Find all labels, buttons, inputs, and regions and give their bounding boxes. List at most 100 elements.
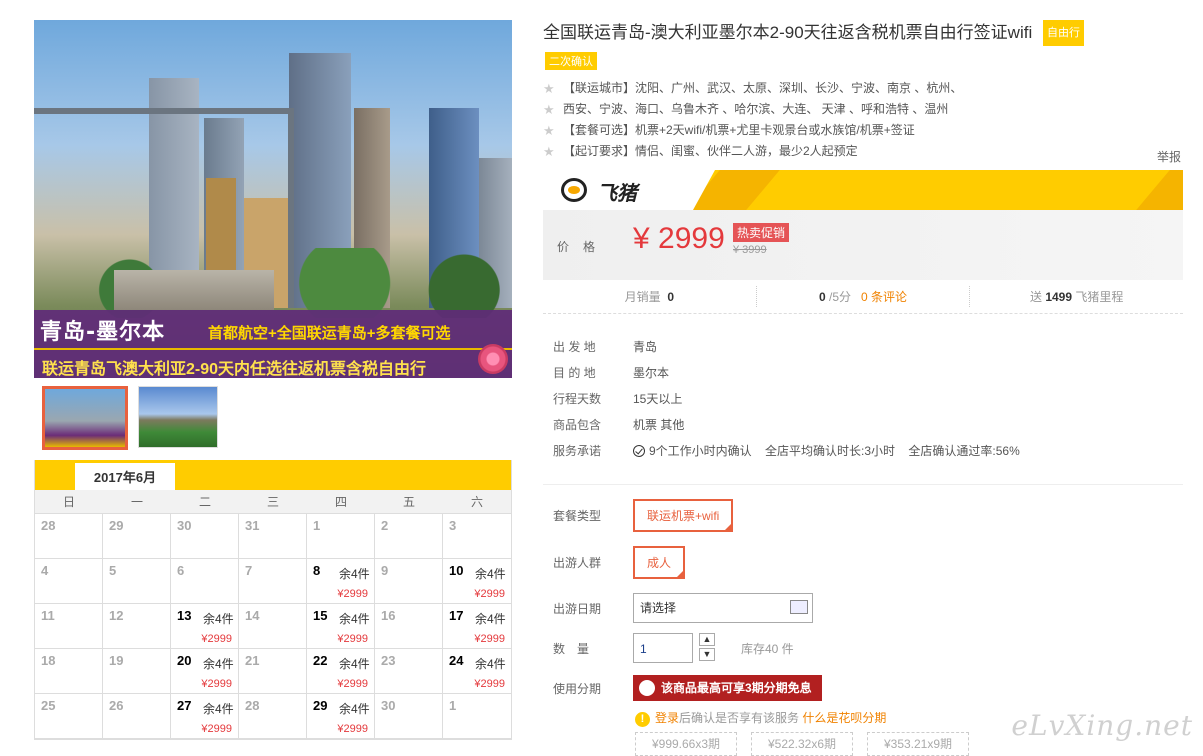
increase-button[interactable]: ▲ [699, 633, 715, 646]
watermark: eLvXing.net [1011, 709, 1193, 742]
calendar-day-cell: 29 [103, 514, 171, 559]
report-link[interactable]: 举报 [1157, 148, 1181, 165]
info-label: 行程天数 [553, 392, 602, 406]
calendar-day-cell: 3 [443, 514, 511, 559]
calendar-day-number: 5 [109, 563, 117, 578]
product-title: 全国联运青岛-澳大利亚墨尔本2-90天往返含税机票自由行签证wifi 自由行 [543, 20, 1183, 46]
package-label: 套餐类型 [553, 509, 602, 523]
calendar-day-cell: 28 [35, 514, 103, 559]
calendar-day-cell: 30 [375, 694, 443, 739]
calendar-day-cell: 25 [35, 694, 103, 739]
login-link[interactable]: 登录 [655, 711, 679, 725]
info-value: 墨尔本 [633, 366, 670, 380]
calendar-day-stock: 余4件 [339, 702, 370, 716]
calendar-day-cell[interactable]: 20 余4件 ¥2999 [171, 649, 239, 694]
info-row: 目 的 地 墨尔本 [543, 360, 1183, 386]
thumbnail-2[interactable] [138, 386, 218, 448]
calendar-day-number: 23 [381, 653, 396, 668]
walkway [114, 270, 274, 310]
original-price: ¥ 3999 [733, 244, 767, 256]
quantity-label: 数 量 [553, 641, 590, 656]
date-row: 出游日期 请选择 [543, 593, 1183, 623]
people-option-selected[interactable]: 成人 [633, 546, 686, 579]
calendar-day-cell[interactable]: 17 余4件 ¥2999 [443, 604, 511, 649]
calendar-day-number: 3 [449, 518, 457, 533]
calendar-header: 2017年6月 [35, 460, 511, 490]
plan-6[interactable]: ¥522.32x6期 [751, 732, 853, 756]
huabei-info-link[interactable]: 什么是花呗分期 [802, 711, 886, 725]
price-label: 价格 [557, 240, 610, 254]
calendar-day-cell[interactable]: 8 余4件 ¥2999 [307, 559, 375, 604]
plan-9[interactable]: ¥353.21x9期 [867, 732, 969, 756]
tag-reconfirm: 二次确认 [545, 52, 597, 70]
date-placeholder: 请选择 [640, 601, 677, 615]
thumbnail-1[interactable] [42, 386, 128, 450]
calendar-day-cell[interactable]: 22 余4件 ¥2999 [307, 649, 375, 694]
rating-value: 0 [818, 290, 826, 304]
calendar-day-cell[interactable]: 27 余4件 ¥2999 [171, 694, 239, 739]
image-banner: 青岛-墨尔本 首都航空+全国联运青岛+多套餐可选 联运青岛飞澳大利亚2-90天内… [34, 310, 512, 378]
weekday-label: 二 [198, 495, 211, 509]
installment-button-label: 该商品最高可享3期分期免息 [661, 681, 812, 695]
calendar-day-cell: 28 [239, 694, 307, 739]
calendar-day-stock: 余4件 [339, 612, 370, 626]
banner-title: 青岛-墨尔本 [40, 320, 166, 345]
weekday-label: 六 [470, 495, 483, 509]
calendar-day-cell[interactable]: 15 余4件 ¥2999 [307, 604, 375, 649]
product-title-text: 全国联运青岛-澳大利亚墨尔本2-90天往返含税机票自由行签证wifi [543, 23, 1033, 42]
people-label: 出游人群 [553, 556, 602, 570]
feature-list: ★ 【联运城市】沈阳、广州、武汉、太原、深圳、长沙、宁波、南京 、杭州、 ★ 西安、… [543, 78, 1183, 162]
plan-3[interactable]: ¥999.66x3期 [635, 732, 737, 756]
calendar-month-tab[interactable]: 2017年6月 [75, 460, 175, 490]
weekday-label: 四 [334, 495, 347, 509]
calendar-day-price: ¥2999 [474, 678, 505, 690]
calendar-day-cell[interactable]: 13 余4件 ¥2999 [171, 604, 239, 649]
decor-stripe [1136, 170, 1183, 210]
price-area: 价格 ¥ 2999 热卖促销 ¥ 3999 [543, 210, 1183, 280]
calendar-day-number: 15 [313, 608, 328, 623]
calendar-day-cell[interactable]: 10 余4件 ¥2999 [443, 559, 511, 604]
info-row: 行程天数 15天以上 [543, 386, 1183, 412]
installment-button[interactable]: 该商品最高可享3期分期免息 [633, 675, 822, 701]
star-icon: ★ [543, 102, 555, 117]
thumbnail-strip [34, 378, 512, 460]
calendar-day-price: ¥2999 [337, 588, 368, 600]
calendar-day-number: 31 [245, 518, 260, 533]
main-product-image[interactable]: 青岛-墨尔本 首都航空+全国联运青岛+多套餐可选 联运青岛飞澳大利亚2-90天内… [34, 20, 512, 378]
decrease-button[interactable]: ▼ [699, 648, 715, 661]
service-row: 服务承诺 9个工作小时内确认 全店平均确认时长:3小时 全店确认通过率:56% [543, 438, 1183, 464]
star-icon: ★ [543, 144, 555, 159]
installment-row: 使用分期 该商品最高可享3期分期免息 [543, 675, 1183, 701]
calendar-day-price: ¥2999 [201, 723, 232, 735]
star-icon: ★ [543, 81, 555, 96]
feature-text: 【起订要求】情侣、闺蜜、伙伴二人游，最少2人起预定 [563, 144, 858, 158]
calendar-day-cell[interactable]: 24 余4件 ¥2999 [443, 649, 511, 694]
quantity-input[interactable]: 1 [633, 633, 693, 663]
quantity-row: 数 量 1 ▲ ▼ 库存40 件 [543, 633, 1183, 663]
calendar-day-number: 14 [245, 608, 260, 623]
calendar-day-number: 29 [313, 698, 328, 713]
calendar-day-cell: 7 [239, 559, 307, 604]
calendar-day-number: 28 [245, 698, 260, 713]
travel-date-picker[interactable]: 请选择 [633, 593, 813, 623]
calendar-day-number: 21 [245, 653, 260, 668]
calendar-day-cell[interactable]: 29 余4件 ¥2999 [307, 694, 375, 739]
package-option-selected[interactable]: 联运机票+wifi [633, 499, 734, 532]
calendar-day-number: 20 [177, 653, 192, 668]
trip-info: 出 发 地 青岛 目 的 地 墨尔本 行程天数 15天以上 商品包含 机票 其他 服务承… [543, 334, 1183, 464]
calendar-day-cell: 30 [171, 514, 239, 559]
calendar-weekdays: 日 一 二 三 四 五 六 [35, 490, 511, 514]
calendar-icon[interactable] [790, 600, 808, 614]
sales-value: 0 [667, 290, 675, 304]
info-value: 青岛 [633, 340, 658, 354]
calendar-day-cell: 26 [103, 694, 171, 739]
calendar-day-number: 28 [41, 518, 56, 533]
calendar-day-price: ¥2999 [201, 678, 232, 690]
weekday-label: 一 [130, 495, 143, 509]
weekday-label: 三 [266, 495, 279, 509]
service-values: 9个工作小时内确认 全店平均确认时长:3小时 全店确认通过率:56% [633, 438, 1030, 464]
check-circle-icon [633, 445, 645, 457]
date-label: 出游日期 [553, 601, 602, 616]
calendar-day-number: 18 [41, 653, 56, 668]
reviews-link[interactable]: 0 条评论 [861, 290, 907, 304]
